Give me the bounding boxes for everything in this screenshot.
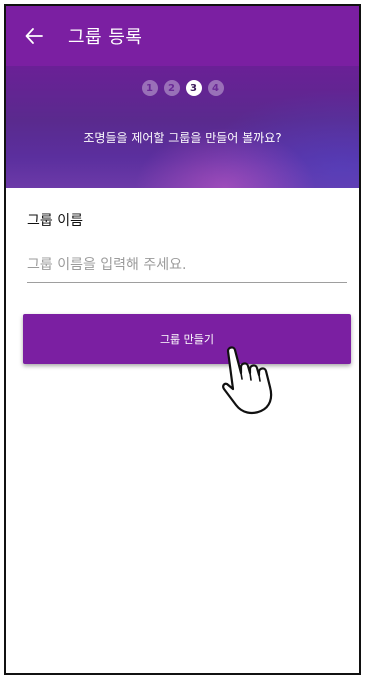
step-2: 2 — [163, 80, 180, 96]
create-group-button[interactable]: 그룹 만들기 — [23, 314, 351, 364]
step-indicator: 1 2 3 4 — [6, 80, 359, 96]
group-name-input[interactable] — [27, 252, 347, 283]
page-title: 그룹 등록 — [68, 27, 143, 48]
group-name-label: 그룹 이름 — [27, 213, 83, 229]
hand-pointer-icon — [222, 346, 273, 415]
step-4: 4 — [207, 80, 224, 96]
back-button[interactable] — [6, 6, 62, 66]
app-bar: 그룹 등록 — [6, 6, 359, 66]
hero-banner: 1 2 3 4 조명들을 제어할 그룹을 만들어 볼까요? — [6, 66, 359, 188]
step-1: 1 — [141, 80, 158, 96]
phone-screen: 그룹 등록 1 2 3 4 조명들을 제어할 그룹을 만들어 볼까요? 그룹 이… — [4, 4, 361, 675]
arrow-left-icon — [25, 28, 43, 44]
step-3-current: 3 — [185, 80, 202, 96]
hero-subtitle: 조명들을 제어할 그룹을 만들어 볼까요? — [83, 131, 282, 145]
